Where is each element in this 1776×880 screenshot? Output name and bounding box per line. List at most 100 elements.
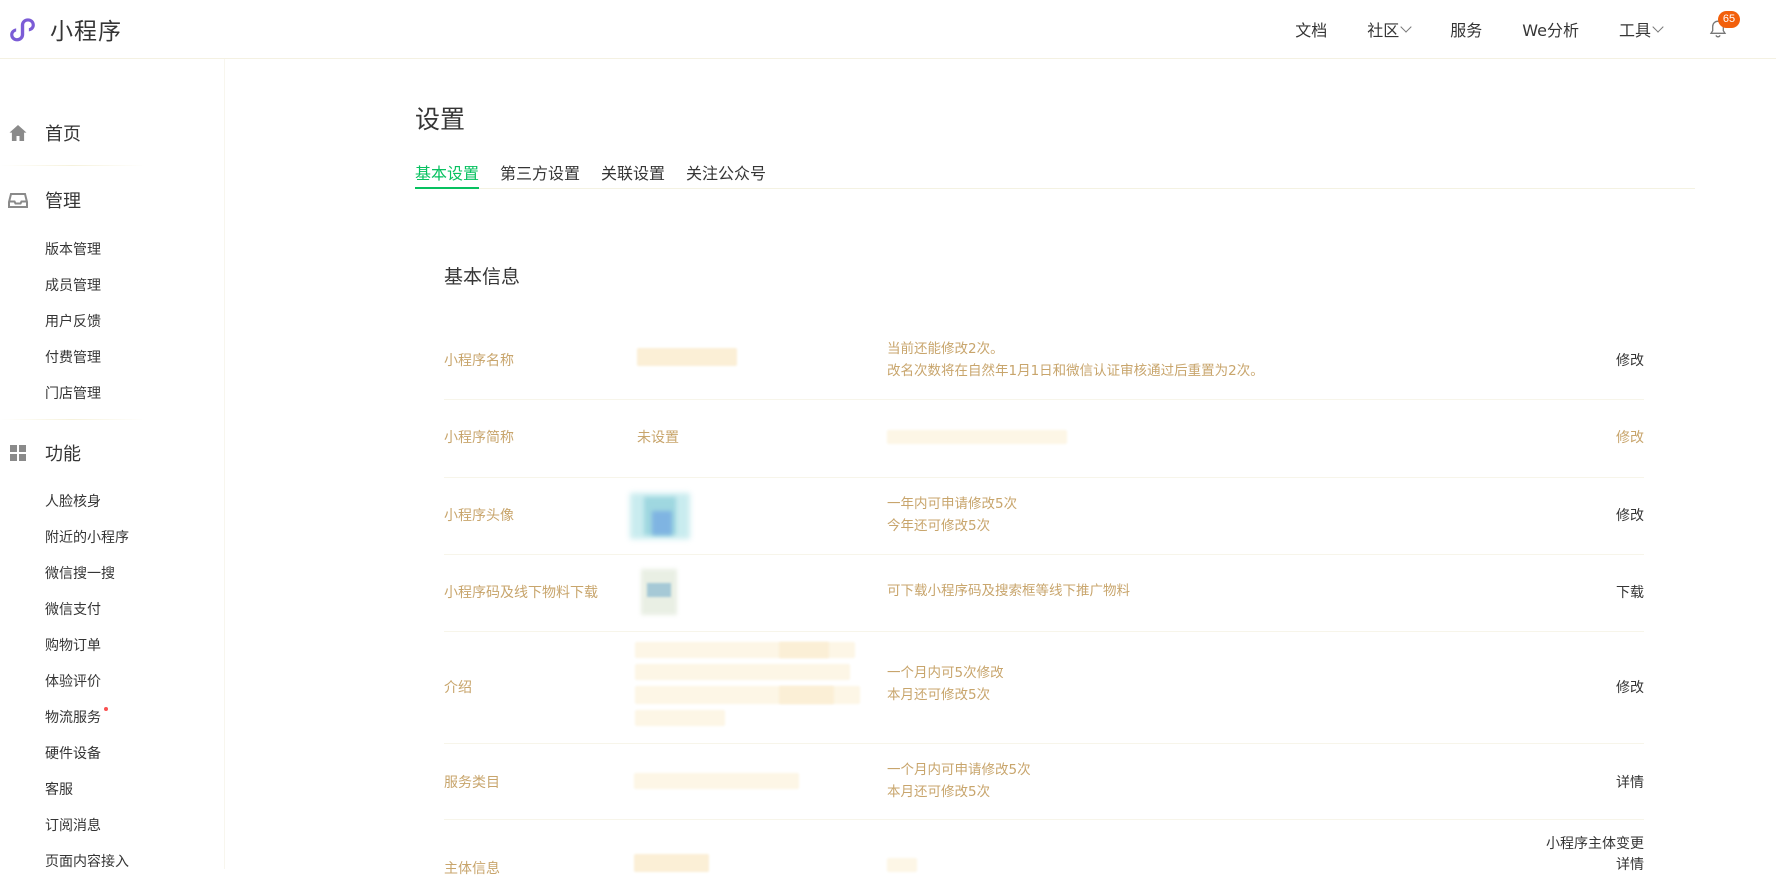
sidebar-home[interactable]: 首页 — [8, 120, 81, 146]
nav-community-label: 社区 — [1367, 21, 1400, 40]
sidebar-item-wechat-pay[interactable]: 微信支付 — [45, 599, 101, 619]
nav-services[interactable]: 服务 — [1450, 17, 1482, 41]
download-qrcode-link[interactable]: 下载 — [1616, 582, 1644, 602]
sidebar-features-label: 功能 — [45, 444, 81, 465]
sidebar-manage[interactable]: 管理 — [8, 187, 81, 213]
info-row-intro: 介绍 一个月内可5次修改 本月还可修改5次 修改 — [444, 632, 1644, 744]
sidebar-item-orders[interactable]: 购物订单 — [45, 635, 101, 655]
info-row-entity: 主体信息 小程序主体变更 详情 — [444, 820, 1644, 880]
sidebar-item-feedback[interactable]: 用户反馈 — [45, 311, 101, 331]
nav-services-label: 服务 — [1450, 21, 1483, 40]
nav-community[interactable]: 社区 — [1367, 17, 1412, 41]
categories-detail-link[interactable]: 详情 — [1616, 772, 1644, 792]
row-tips: 一个月内可5次修改 本月还可修改5次 — [887, 662, 1004, 706]
redacted-value — [779, 686, 834, 704]
nav-we-analytics[interactable]: We分析 — [1522, 17, 1579, 41]
row-label: 小程序名称 — [444, 353, 514, 369]
redacted-value — [635, 710, 725, 726]
redacted-value — [634, 773, 799, 789]
top-nav: 文档 社区 服务 We分析 工具 65 — [1255, 11, 1740, 41]
tip-line: 可下载小程序码及搜索框等线下推广物料 — [887, 583, 1130, 599]
row-label: 小程序简称 — [444, 430, 514, 446]
logo[interactable]: 小程序 — [9, 12, 122, 46]
row-value: 未设置 — [637, 430, 679, 446]
tab-third-party[interactable]: 第三方设置 — [500, 160, 580, 189]
tip-line: 本月还可修改5次 — [887, 784, 991, 800]
sidebar-item-search[interactable]: 微信搜一搜 — [45, 563, 115, 583]
sidebar-item-customer-service[interactable]: 客服 — [45, 779, 73, 799]
redacted-value — [635, 664, 850, 680]
tab-follow-account[interactable]: 关注公众号 — [686, 160, 766, 189]
row-tips: 可下载小程序码及搜索框等线下推广物料 — [887, 580, 1130, 602]
redacted-value — [779, 642, 829, 658]
avatar — [630, 493, 690, 539]
info-row-qrcode: 小程序码及线下物料下载 可下载小程序码及搜索框等线下推广物料 下载 — [444, 555, 1644, 632]
chevron-down-icon — [1652, 21, 1664, 33]
edit-short-name-link[interactable]: 修改 — [1616, 427, 1644, 447]
tip-line: 当前还能修改2次。 — [887, 341, 1004, 357]
info-row-categories: 服务类目 一个月内可申请修改5次 本月还可修改5次 详情 — [444, 744, 1644, 820]
nav-docs-label: 文档 — [1295, 21, 1328, 40]
row-label: 小程序码及线下物料下载 — [444, 585, 598, 601]
chevron-down-icon — [1400, 21, 1412, 33]
row-tips: 一年内可申请修改5次 今年还可修改5次 — [887, 493, 1017, 537]
sidebar-item-payment[interactable]: 付费管理 — [45, 347, 101, 367]
edit-intro-link[interactable]: 修改 — [1616, 677, 1644, 697]
sidebar-item-hardware[interactable]: 硬件设备 — [45, 743, 101, 763]
tip-line: 本月还可修改5次 — [887, 687, 991, 703]
row-label: 介绍 — [444, 680, 472, 696]
sidebar-item-face-verify[interactable]: 人脸核身 — [45, 491, 101, 511]
edit-name-link[interactable]: 修改 — [1616, 350, 1644, 370]
inbox-icon — [8, 193, 28, 208]
tip-line: 改名次数将在自然年1月1日和微信认证审核通过后重置为2次。 — [887, 363, 1264, 379]
redacted-tips — [887, 858, 917, 872]
redacted-tips — [887, 430, 1067, 444]
nav-tools[interactable]: 工具 — [1618, 17, 1664, 41]
info-row-avatar: 小程序头像 一年内可申请修改5次 今年还可修改5次 修改 — [444, 478, 1644, 555]
miniprogram-logo-icon — [10, 17, 35, 41]
row-label: 主体信息 — [444, 861, 500, 877]
home-icon — [9, 125, 27, 141]
settings-tabs: 基本设置 第三方设置 关联设置 关注公众号 — [415, 160, 1695, 189]
sidebar: 首页 管理 版本管理 成员管理 用户反馈 付费管理 门店管理 功能 人脸核身 附… — [0, 59, 225, 871]
section-title: 基本信息 — [444, 266, 521, 288]
divider — [0, 419, 145, 420]
sidebar-item-members[interactable]: 成员管理 — [45, 275, 101, 295]
sidebar-features[interactable]: 功能 — [8, 440, 81, 466]
new-dot-icon — [104, 707, 108, 711]
tip-line: 一年内可申请修改5次 — [887, 496, 1018, 512]
sidebar-item-logistics-label: 物流服务 — [45, 710, 101, 726]
sidebar-item-reviews[interactable]: 体验评价 — [45, 671, 101, 691]
edit-avatar-link[interactable]: 修改 — [1616, 505, 1644, 525]
tip-line: 一个月内可申请修改5次 — [887, 762, 1031, 778]
sidebar-manage-label: 管理 — [45, 191, 81, 212]
entity-actions: 小程序主体变更 详情 — [1546, 834, 1644, 876]
tip-line: 今年还可修改5次 — [887, 518, 991, 534]
tab-basic[interactable]: 基本设置 — [415, 160, 480, 189]
sidebar-item-nearby[interactable]: 附近的小程序 — [45, 527, 129, 547]
notification-badge: 65 — [1718, 11, 1740, 28]
info-row-name: 小程序名称 当前还能修改2次。 改名次数将在自然年1月1日和微信认证审核通过后重… — [444, 330, 1644, 400]
notifications-button[interactable]: 65 — [1708, 11, 1740, 40]
sidebar-item-version[interactable]: 版本管理 — [45, 239, 101, 259]
nav-we-analytics-label: We分析 — [1522, 21, 1579, 40]
top-bar: 小程序 文档 社区 服务 We分析 工具 65 — [0, 0, 1776, 59]
divider — [0, 165, 145, 166]
redacted-value — [637, 348, 737, 366]
nav-tools-label: 工具 — [1618, 21, 1651, 40]
row-tips: 当前还能修改2次。 改名次数将在自然年1月1日和微信认证审核通过后重置为2次。 — [887, 338, 1264, 382]
sidebar-item-content-access[interactable]: 页面内容接入 — [45, 851, 129, 871]
entity-detail-link[interactable]: 详情 — [1546, 855, 1644, 876]
qrcode-thumbnail — [641, 569, 677, 615]
tab-association[interactable]: 关联设置 — [601, 160, 665, 189]
page-title: 设置 — [415, 105, 466, 134]
tip-line: 一个月内可5次修改 — [887, 665, 1004, 681]
row-label: 小程序头像 — [444, 508, 514, 524]
row-tips: 一个月内可申请修改5次 本月还可修改5次 — [887, 759, 1031, 803]
sidebar-item-logistics[interactable]: 物流服务 — [45, 707, 108, 727]
sidebar-item-stores[interactable]: 门店管理 — [45, 383, 101, 403]
nav-docs[interactable]: 文档 — [1295, 17, 1327, 41]
sidebar-item-subscribe[interactable]: 订阅消息 — [45, 815, 101, 835]
app-title: 小程序 — [50, 19, 122, 45]
change-entity-link[interactable]: 小程序主体变更 — [1546, 834, 1644, 855]
